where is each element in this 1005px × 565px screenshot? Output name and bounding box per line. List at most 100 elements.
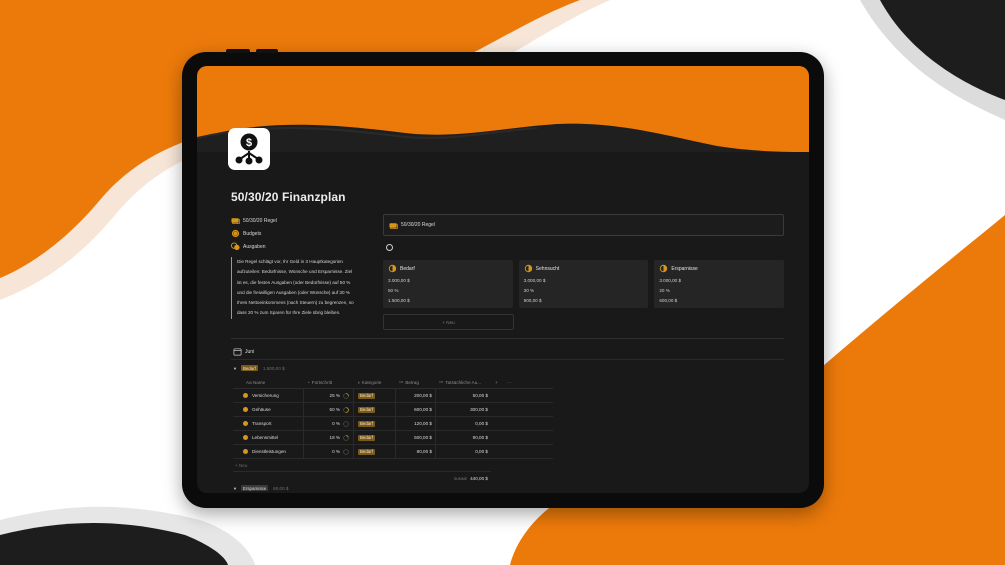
new-row-button[interactable]: + Neu	[233, 459, 553, 471]
coin-icon	[243, 449, 248, 454]
progress-ring-icon	[343, 406, 349, 413]
svg-text:$: $	[246, 137, 252, 149]
link-budgets[interactable]: Budgets	[231, 227, 357, 240]
table-row[interactable]: Lebensmittel 18 % Bedarf 500,00 $90,00 $	[233, 431, 553, 445]
row-category-tag: Bedarf	[358, 434, 375, 441]
row-amount[interactable]: 600,00 $	[395, 403, 435, 416]
card-value: 600,00 $	[659, 298, 678, 303]
card-value: 900,00 $	[523, 298, 542, 303]
row-category-cell[interactable]: Bedarf	[353, 403, 395, 416]
coin-icon	[243, 407, 248, 412]
circle-toggle[interactable]	[386, 244, 393, 251]
header-progress-label: Fortschritt	[311, 379, 333, 385]
sum-label: SUMME	[453, 476, 468, 481]
card-amount: 3.000,00 $	[388, 278, 410, 283]
rule-callout[interactable]: 50/30/20 Regel	[383, 214, 784, 236]
table-row[interactable]: Transport 0 % Bedarf 120,00 $0,00 $	[233, 417, 553, 431]
caret-down-icon[interactable]: ▼	[233, 366, 237, 371]
row-category-cell[interactable]: Bedarf	[353, 445, 395, 458]
divider	[231, 359, 784, 360]
header-category-label: Kategorie	[361, 379, 382, 385]
new-card-button[interactable]: + Neu	[383, 314, 514, 330]
row-progress-cell: 50 %	[303, 403, 353, 416]
row-category-cell[interactable]: Bedarf	[353, 431, 395, 444]
coin-icon	[243, 421, 248, 426]
half-circle-icon	[660, 264, 668, 273]
row-amount[interactable]: 80,00 $	[395, 445, 435, 458]
row-actual[interactable]: 300,00 $	[435, 403, 491, 416]
right-column: 50/30/20 Regel Bedarf 3.000,00 $ 50 % 1.…	[383, 214, 785, 330]
group-total: 60,00 $	[273, 485, 289, 491]
pie-icon: ◔	[307, 379, 310, 385]
row-name-cell[interactable]: Versicherung	[233, 393, 303, 398]
more-options-button[interactable]: ···	[507, 380, 519, 385]
expenses-table: Aa Name ◔ Fortschritt ◑ Kategorie ▭ Betrag …	[233, 376, 553, 485]
tablet-button	[226, 49, 250, 53]
group-total: 1.500,00 $	[262, 365, 285, 371]
row-amount[interactable]: 200,00 $	[395, 389, 435, 402]
group-header-bedarf[interactable]: ▼ Bedarf 1.500,00 $	[233, 365, 285, 371]
pie-icon: ◑	[357, 379, 360, 385]
header-actual-label: Tatsächliche Au...	[445, 379, 482, 385]
link-label: Budgets	[243, 230, 262, 237]
row-name-cell[interactable]: Transport	[233, 421, 303, 426]
table-row[interactable]: Dienstleistungen 0 % Bedarf 80,00 $0,00 $	[233, 445, 553, 459]
row-name-cell[interactable]: Lebensmittel	[233, 435, 303, 440]
money-stack-icon	[231, 218, 240, 225]
row-category-tag: Bedarf	[358, 420, 375, 427]
row-name-cell[interactable]: Gehäuse	[233, 407, 303, 412]
row-amount[interactable]: 500,00 $	[395, 431, 435, 444]
half-circle-icon	[388, 264, 397, 273]
tablet-button	[256, 49, 278, 53]
row-name: Gehäuse	[252, 407, 271, 412]
card-percent: 50 %	[388, 288, 399, 293]
header-name[interactable]: Aa Name	[233, 380, 303, 385]
row-progress-cell: 25 %	[303, 389, 353, 402]
table-row[interactable]: Gehäuse 50 % Bedarf 600,00 $300,00 $	[233, 403, 553, 417]
left-column: 50/30/20 Regel Budgets Ausgaben Die Rege…	[231, 214, 357, 319]
row-name: Dienstleistungen	[252, 449, 286, 454]
card-amount: 3.000,00 $	[523, 278, 546, 283]
header-actual[interactable]: ▭ Tatsächliche Au...	[435, 376, 491, 388]
group-tag: Ersparnisse	[240, 485, 269, 491]
row-actual[interactable]: 50,00 $	[435, 389, 491, 402]
page-title: 50/30/20 Finanzplan	[231, 190, 346, 204]
link-50-30-20-regel[interactable]: 50/30/20 Regel	[231, 214, 357, 227]
cover-image	[197, 66, 809, 152]
group-header-ersparnisse[interactable]: ▼ Ersparnisse 60,00 $	[233, 485, 288, 491]
number-icon: ▭	[399, 379, 404, 384]
add-column-button[interactable]: +	[491, 380, 507, 385]
card-amount: 3.000,00 $	[659, 278, 682, 283]
card-sehnsucht[interactable]: Sehnsucht 3.000,00 $ 30 % 900,00 $	[518, 260, 649, 308]
progress-ring-icon	[343, 420, 349, 427]
notion-page: $ 50/30/20 Finanzplan 50/30/20 Regel Bud…	[197, 66, 809, 493]
card-title: Sehnsucht	[535, 265, 560, 272]
card-bedarf[interactable]: Bedarf 3.000,00 $ 50 % 1.500,00 $	[383, 260, 513, 308]
row-category-cell[interactable]: Bedarf	[353, 389, 395, 402]
row-category-cell[interactable]: Bedarf	[353, 417, 395, 430]
row-actual[interactable]: 0,00 $	[435, 417, 491, 430]
row-amount[interactable]: 120,00 $	[395, 417, 435, 430]
row-progress-cell: 0 %	[303, 445, 353, 458]
row-actual[interactable]: 0,00 $	[435, 445, 491, 458]
row-name-cell[interactable]: Dienstleistungen	[233, 449, 303, 454]
budget-cards: Bedarf 3.000,00 $ 50 % 1.500,00 $ Sehnsu…	[383, 260, 785, 308]
half-circle-icon	[524, 264, 532, 273]
row-category-tag: Bedarf	[358, 392, 375, 399]
link-label: 50/30/20 Regel	[243, 217, 277, 224]
row-actual[interactable]: 90,00 $	[435, 431, 491, 444]
coin-icon	[243, 393, 248, 398]
caret-down-icon[interactable]: ▼	[233, 486, 237, 491]
row-progress-cell: 0 %	[303, 417, 353, 430]
row-name: Versicherung	[252, 393, 279, 398]
header-category[interactable]: ◑ Kategorie	[353, 376, 395, 388]
sum-value: 440,00 $	[470, 476, 488, 481]
card-ersparnisse[interactable]: Ersparnisse 3.000,00 $ 20 % 600,00 $	[654, 260, 785, 308]
row-progress-cell: 18 %	[303, 431, 353, 444]
header-amount[interactable]: ▭ Betrag	[395, 376, 435, 388]
header-progress[interactable]: ◔ Fortschritt	[303, 376, 353, 388]
table-row[interactable]: Versicherung 25 % Bedarf 200,00 $50,00 $	[233, 389, 553, 403]
link-ausgaben[interactable]: Ausgaben	[231, 240, 357, 253]
row-progress: 18 %	[329, 435, 340, 440]
row-name: Lebensmittel	[252, 435, 279, 440]
